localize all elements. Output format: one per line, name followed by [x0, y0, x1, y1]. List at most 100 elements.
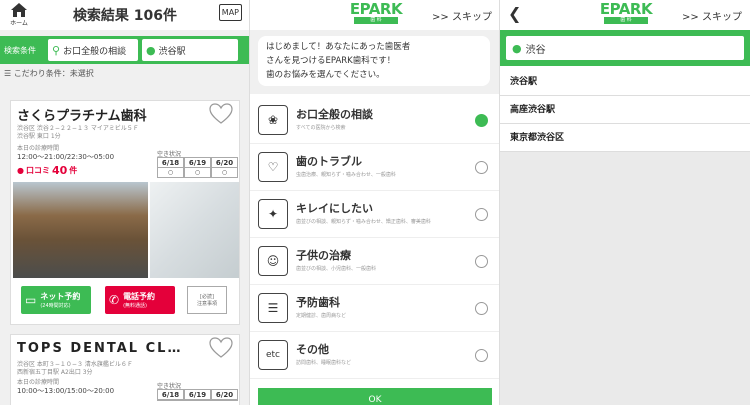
ok-button[interactable]: OK	[258, 388, 492, 405]
review-count[interactable]: ● 口コミ 40 件	[17, 164, 77, 177]
clinic-exterior-photo[interactable]	[13, 182, 148, 278]
logo-text: EPARK	[349, 0, 403, 18]
review-unit: 件	[69, 166, 78, 175]
option-preventive[interactable]: ☰ 予防歯科 定期健診、歯周病など	[250, 286, 499, 332]
option-subtitle: 訪問歯科、睡眠歯科など	[296, 360, 352, 366]
phone-reservation-sub: (無料通話)	[123, 303, 147, 309]
blank-area	[500, 152, 750, 405]
skip-button[interactable]: >> スキップ	[432, 8, 492, 23]
option-radio[interactable]	[475, 255, 488, 268]
option-title: キレイにしたい	[296, 202, 373, 215]
option-subtitle: すべての医院から検索	[296, 125, 346, 131]
location-search-value: 渋谷	[525, 44, 546, 56]
search-icon: ⚲	[52, 43, 61, 57]
option-child-treatment[interactable]: ☺ 子供の治療 歯並びの相談、小児歯科、一般歯科	[250, 239, 499, 285]
suggestion-item[interactable]: 東京都渋谷区	[500, 124, 750, 152]
clinic-name[interactable]: TOPS DENTAL CL…	[17, 341, 182, 356]
clinic-name[interactable]: さくらプラチナム歯科	[17, 105, 147, 124]
intro-line: さんを見つけるEPARK歯科です！	[266, 56, 396, 66]
keyword-field[interactable]: ⚲ お口全般の相談	[48, 39, 138, 61]
availability-mark: ○	[221, 169, 228, 176]
option-subtitle: 定期健診、歯周病など	[296, 313, 347, 319]
net-reservation-button[interactable]: ▭ ネット予約 (24時間対応)	[21, 286, 91, 314]
location-header: ❮ EPARK 歯 科 >> スキップ	[500, 0, 750, 30]
clinic-station: 西新宿五丁目駅 A2出口 3分	[17, 369, 93, 376]
sparkle-tooth-icon: ✦	[258, 199, 288, 229]
option-radio[interactable]	[475, 208, 488, 221]
location-search-screen: ❮ EPARK 歯 科 >> スキップ ● 渋谷 渋谷駅 高座渋谷駅 東京都渋谷…	[500, 0, 750, 405]
availability-day[interactable]: 6/18 ○	[157, 157, 184, 178]
home-label: ホーム	[10, 20, 28, 27]
intro-line: はじめまして！あなたにあった歯医者	[266, 42, 411, 52]
concern-selection-screen: EPARK 歯 科 >> スキップ はじめまして！あなたにあった歯医者 さんを見…	[250, 0, 500, 405]
tooth-trouble-icon: ♡	[258, 152, 288, 182]
hours-label: 本日の診療時間	[17, 379, 60, 386]
results-title: 検索結果 106件	[72, 8, 178, 24]
net-reservation-label: ネット予約	[40, 292, 81, 301]
mouth-icon: ❀	[258, 105, 288, 135]
skip-button[interactable]: >> スキップ	[682, 8, 742, 23]
skip-label: スキップ	[702, 12, 742, 23]
etc-icon: etc	[258, 340, 288, 370]
computer-icon: ▭	[25, 293, 37, 307]
filter-value: 未選択	[69, 69, 94, 78]
availability-day[interactable]: 6/18	[157, 389, 184, 401]
suggestion-item[interactable]: 高座渋谷駅	[500, 96, 750, 124]
clinic-card[interactable]: さくらプラチナム歯科 渋谷区 渋谷２−２２−１３ マイアミビル５Ｆ 渋谷駅 東口…	[10, 100, 240, 325]
option-radio[interactable]	[475, 302, 488, 315]
filter-conditions[interactable]: ☰ こだわり条件：未選択	[4, 68, 94, 79]
map-button[interactable]: MAP	[218, 4, 242, 21]
suggestion-item[interactable]: 渋谷駅	[500, 68, 750, 96]
option-title: 歯のトラブル	[296, 155, 362, 168]
location-value: 渋谷駅	[158, 46, 186, 57]
availability-date: 6/18	[158, 158, 183, 168]
hours-label: 本日の診療時間	[17, 145, 60, 152]
phone-reservation-button[interactable]: ✆ 電話予約 (無料通話)	[105, 286, 175, 314]
availability-date: 6/18	[158, 390, 183, 400]
location-field[interactable]: ● 渋谷駅	[142, 39, 238, 61]
availability-date: 6/20	[212, 390, 237, 400]
logo-subtext: 歯 科	[354, 17, 398, 24]
home-button[interactable]: ホーム	[8, 2, 30, 28]
option-radio[interactable]	[475, 349, 488, 362]
double-chevron-right-icon: >>	[432, 12, 449, 23]
favorite-heart-icon[interactable]	[209, 337, 233, 359]
location-search-bar: ● 渋谷	[500, 30, 750, 66]
intro-area: はじめまして！あなたにあった歯医者 さんを見つけるEPARK歯科です！ 歯のお悩…	[250, 30, 499, 94]
availability-date: 6/20	[212, 158, 237, 168]
option-title: その他	[296, 343, 329, 356]
clinic-interior-photo[interactable]	[150, 182, 239, 278]
clipboard-icon: ☰	[258, 293, 288, 323]
location-pin-icon: ●	[146, 43, 156, 57]
option-general-consultation[interactable]: ❀ お口全般の相談 すべての医院から検索	[250, 98, 499, 144]
availability-date: 6/19	[185, 390, 210, 400]
results-header: ホーム 検索結果 106件 MAP	[0, 0, 249, 30]
option-subtitle: 歯並びの相談、小児歯科、一般歯科	[296, 266, 377, 272]
option-subtitle: 虫歯治療、親知らず・噛み合わせ、一般歯科	[296, 172, 396, 178]
option-other[interactable]: etc その他 訪問歯科、睡眠歯科など	[250, 333, 499, 379]
option-tooth-trouble[interactable]: ♡ 歯のトラブル 虫歯治療、親知らず・噛み合わせ、一般歯科	[250, 145, 499, 191]
skip-label: スキップ	[452, 12, 492, 23]
filter-label: こだわり条件：	[13, 69, 70, 78]
option-radio[interactable]	[475, 114, 488, 127]
back-chevron-icon[interactable]: ❮	[508, 4, 521, 23]
epark-logo: EPARK 歯 科	[348, 2, 404, 24]
notes-button[interactable]: [必読] 注意事項	[187, 286, 227, 314]
location-pin-icon: ●	[512, 41, 522, 55]
child-face-icon: ☺	[258, 246, 288, 276]
option-title: 予防歯科	[296, 296, 340, 309]
availability-day[interactable]: 6/20 ○	[211, 157, 238, 178]
clinic-card[interactable]: TOPS DENTAL CL… 渋谷区 本町３−１０−３ 清水旗艦ビル６Ｆ 西新…	[10, 334, 240, 405]
option-cosmetic[interactable]: ✦ キレイにしたい 歯並びの相談、親知らず・噛み合わせ、矯正歯科、審美歯科	[250, 192, 499, 238]
availability-day[interactable]: 6/19 ○	[184, 157, 211, 178]
availability-day[interactable]: 6/19	[184, 389, 211, 401]
availability-date: 6/19	[185, 158, 210, 168]
availability-day[interactable]: 6/20	[211, 389, 238, 401]
location-search-input[interactable]: ● 渋谷	[506, 36, 744, 60]
option-title: 子供の治療	[296, 249, 351, 262]
home-icon	[11, 3, 27, 17]
option-radio[interactable]	[475, 161, 488, 174]
availability-table: 6/18 ○ 6/19 ○ 6/20 ○	[157, 157, 238, 178]
keyword-value: お口全般の相談	[63, 46, 127, 57]
favorite-heart-icon[interactable]	[209, 103, 233, 125]
